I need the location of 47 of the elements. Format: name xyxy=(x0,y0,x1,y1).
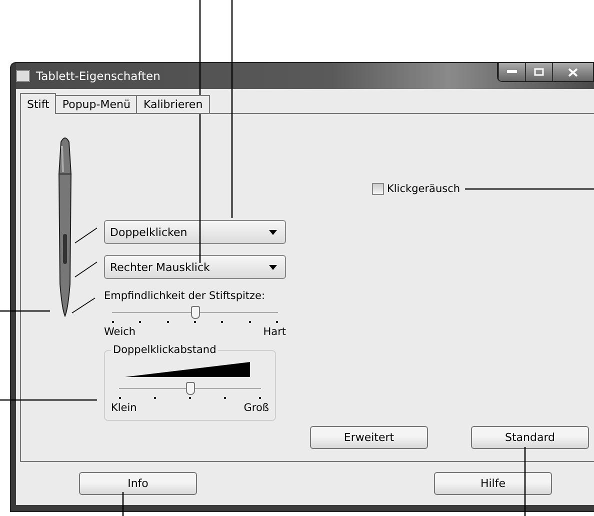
leader-line xyxy=(122,492,124,516)
leader-line xyxy=(0,310,50,312)
dropdown[interactable]: Doppelklicken xyxy=(104,220,286,244)
tick-mark xyxy=(166,321,169,323)
connector-line xyxy=(72,298,96,314)
window-title: Tablett-Eigenschaften xyxy=(36,69,162,83)
checkbox-label: Klickgeräusch xyxy=(387,183,460,195)
checkbox[interactable] xyxy=(372,183,384,195)
slider-max-label: Hart xyxy=(263,326,286,338)
connector-line xyxy=(74,228,98,244)
close-icon xyxy=(568,68,578,76)
tick-mark xyxy=(154,397,156,399)
tick-mark xyxy=(224,397,226,399)
close-button[interactable] xyxy=(552,63,593,81)
slider-thumb[interactable] xyxy=(191,306,200,319)
tick-mark xyxy=(189,397,191,399)
caret-icon xyxy=(269,264,277,270)
minimize-icon xyxy=(507,70,517,74)
dropdown[interactable]: Rechter Mausklick xyxy=(104,255,286,279)
tick-mark xyxy=(119,397,121,399)
tick-mark xyxy=(194,321,196,323)
tick-mark xyxy=(221,321,224,323)
button[interactable]: Info xyxy=(79,472,197,495)
tick-mark xyxy=(259,397,261,399)
slider-max-label: Groß xyxy=(244,402,269,414)
window-icon xyxy=(16,70,30,82)
maximize-button[interactable] xyxy=(525,63,552,81)
button[interactable]: Erweitert xyxy=(310,426,428,449)
maximize-icon xyxy=(534,68,544,76)
button[interactable]: Standard xyxy=(471,426,589,449)
tab[interactable]: Stift xyxy=(20,93,56,114)
wedge-icon xyxy=(125,360,250,378)
slider-min-label: Weich xyxy=(104,326,136,338)
button[interactable]: Hilfe xyxy=(434,472,552,495)
tick-mark xyxy=(248,321,251,323)
tick-mark xyxy=(112,321,114,323)
minimize-button[interactable] xyxy=(498,63,525,81)
slider-thumb[interactable] xyxy=(186,382,195,395)
tab[interactable]: Kalibrieren xyxy=(136,95,210,114)
group-title: Doppelklickabstand xyxy=(112,344,218,356)
slider-label: Empfindlichkeit der Stiftspitze: xyxy=(104,290,266,302)
caret-icon xyxy=(269,230,277,234)
tick-mark xyxy=(139,321,142,323)
tick-mark xyxy=(276,321,278,323)
slider-min-label: Klein xyxy=(111,402,137,414)
leader-line xyxy=(524,447,526,516)
connector-line xyxy=(74,262,98,278)
